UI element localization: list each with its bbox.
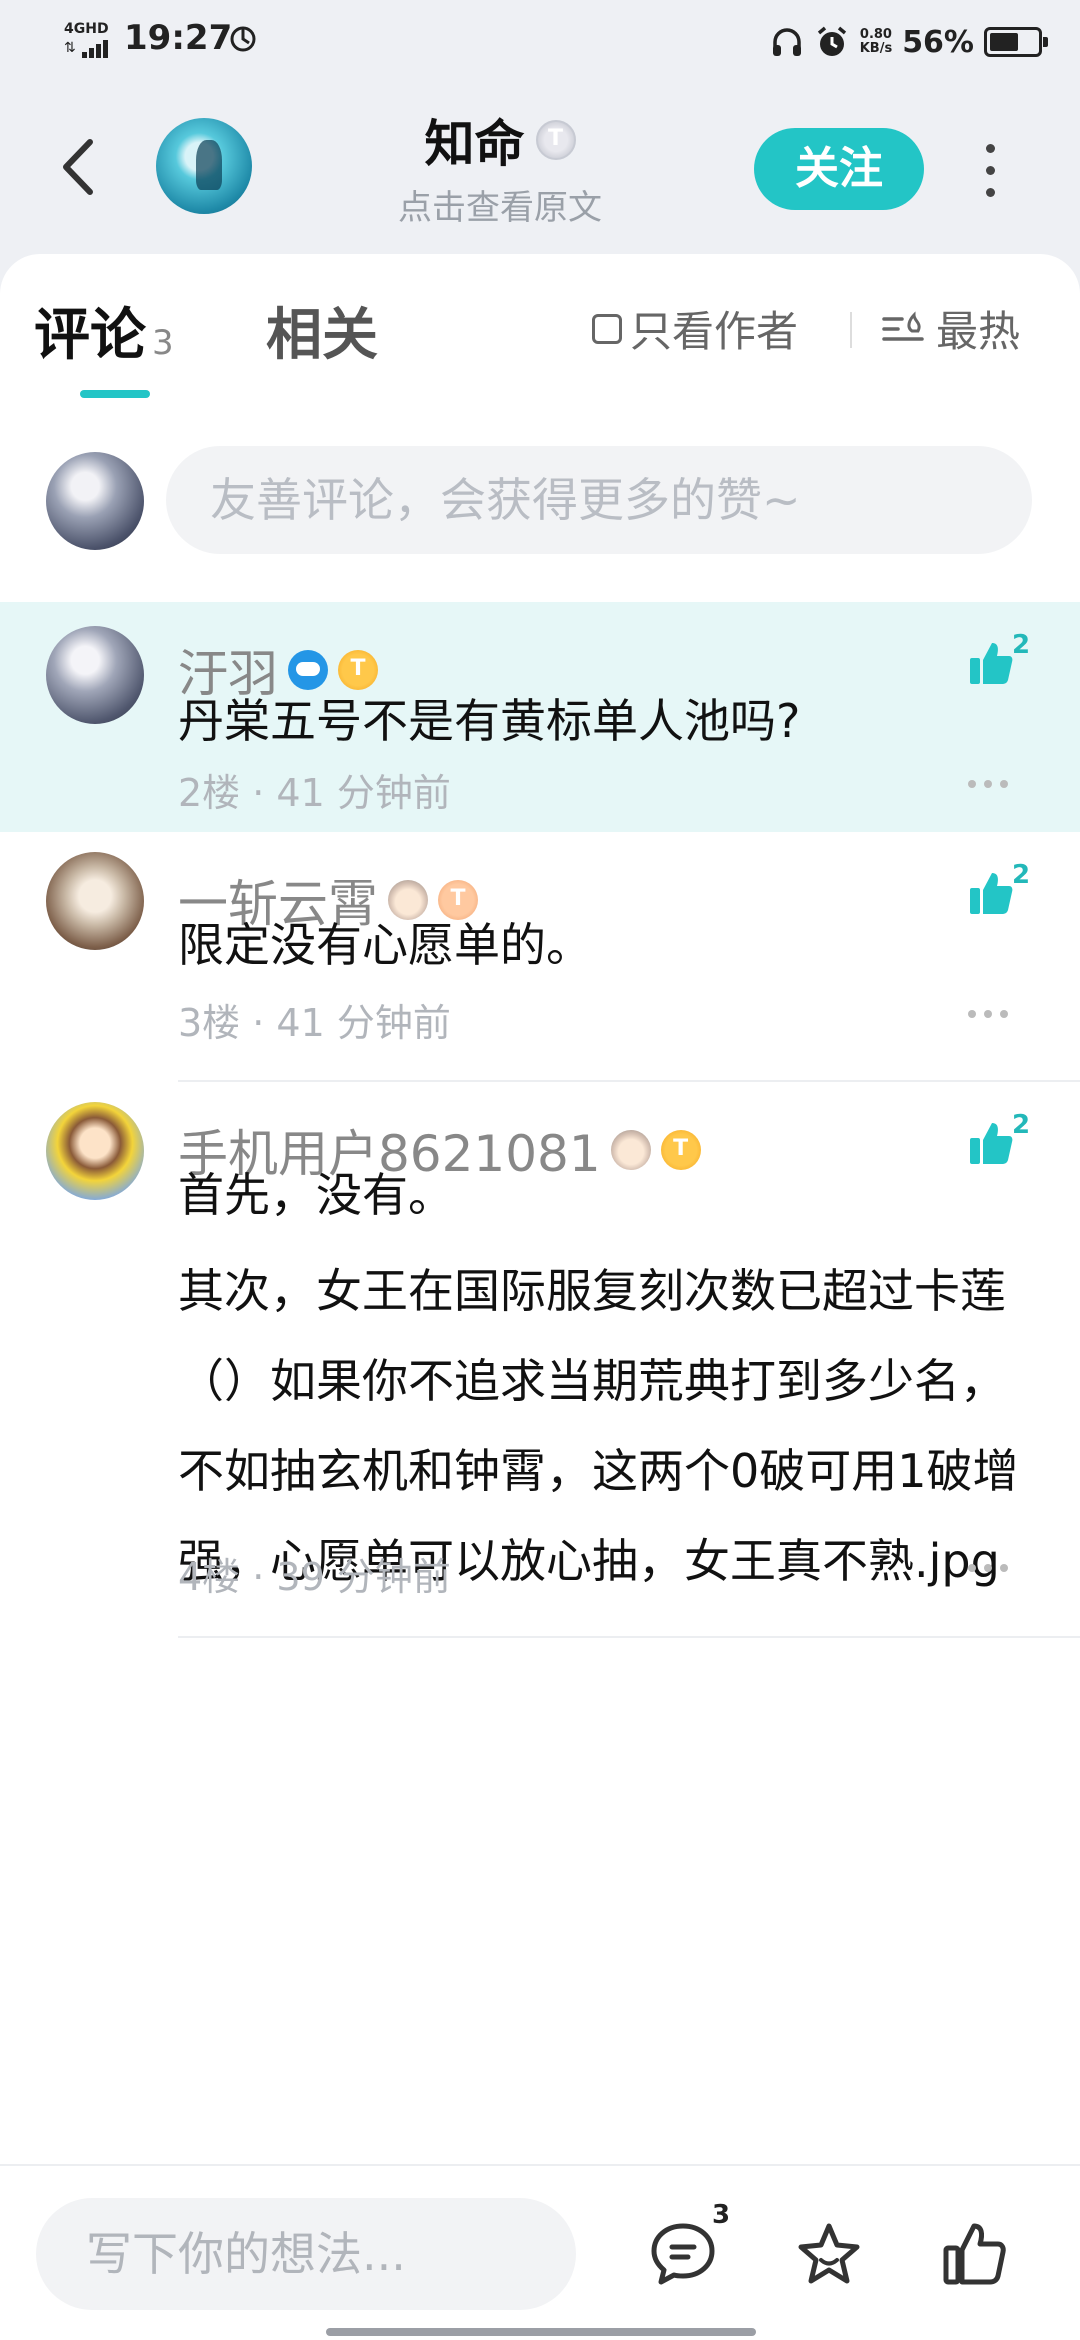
comment-meta: 4楼 · 39 分钟前 — [178, 1555, 451, 1599]
header: 知命 T 点击查看原文 关注 — [0, 84, 1080, 254]
like-count: 2 — [1012, 860, 1031, 890]
commenter-avatar[interactable] — [46, 1102, 144, 1200]
comment-text: 丹棠五号不是有黄标单人池吗? — [178, 694, 801, 748]
comment-text: 首先，没有。 — [178, 1168, 454, 1222]
filter-divider — [850, 312, 852, 348]
battery-icon — [984, 27, 1048, 57]
network-speed: 0.80 KB/s — [859, 27, 893, 56]
comment-item[interactable]: 手机用户8621081 T 2 首先，没有。 其次，女王在国际服复刻次数已超过卡… — [0, 1082, 1080, 1642]
view-original-link[interactable]: 点击查看原文 — [380, 180, 620, 229]
sync-icon — [230, 26, 256, 52]
comment-text: 限定没有心愿单的。 — [178, 918, 592, 972]
comment-sheet: 评论 3 相关 只看作者 最热 友善评论，会获得更多的赞~ 汙羽 T 2 丹棠五… — [0, 254, 1080, 2164]
sort-label: 最热 — [936, 307, 1021, 356]
headphones-icon — [772, 28, 801, 56]
comment-item[interactable]: 汙羽 T 2 丹棠五号不是有黄标单人池吗? 2楼 · 41 分钟前 — [0, 602, 1080, 832]
comment-bubble-icon[interactable] — [648, 2220, 718, 2290]
comment-item[interactable]: 一斩云霄 T 2 限定没有心愿单的。 3楼 · 41 分钟前 — [0, 832, 1080, 1082]
more-horizontal-icon[interactable] — [968, 1010, 1012, 1020]
author-avatar[interactable] — [156, 118, 252, 214]
follow-button[interactable]: 关注 — [754, 128, 924, 210]
thumbs-up-icon[interactable] — [940, 2220, 1010, 2290]
sort-button[interactable]: 最热 — [880, 298, 1020, 359]
signal-icon: 4GHD ⇅ — [64, 21, 109, 58]
tab-comments-label: 评论 — [34, 303, 146, 368]
author-name: 知命 — [424, 115, 525, 173]
clock: 19:27 — [124, 18, 233, 58]
star-icon[interactable] — [794, 2220, 864, 2290]
tab-comments[interactable]: 评论 3 — [34, 290, 174, 371]
author-only-filter[interactable]: 只看作者 — [592, 298, 798, 359]
battery-percent: 56% — [902, 24, 974, 60]
sort-hot-icon — [882, 310, 924, 341]
my-avatar — [46, 452, 144, 550]
comment-divider — [178, 1636, 1080, 1638]
more-vertical-icon[interactable] — [970, 142, 1010, 202]
write-comment-input[interactable]: 写下你的想法... — [36, 2198, 576, 2310]
tab-bar: 评论 3 相关 只看作者 最热 — [0, 254, 1080, 404]
checkbox-icon[interactable] — [592, 313, 622, 344]
status-bar: 4GHD ⇅ 19:27 0.80 KB/s 56% — [0, 0, 1080, 84]
alarm-icon — [817, 26, 846, 56]
tab-related[interactable]: 相关 — [266, 290, 378, 371]
tab-comments-count: 3 — [152, 323, 174, 363]
home-indicator[interactable] — [326, 2328, 756, 2336]
comment-meta: 2楼 · 41 分钟前 — [178, 771, 451, 815]
level-badge-icon: T — [535, 120, 576, 160]
more-horizontal-icon[interactable] — [968, 780, 1012, 790]
commenter-avatar[interactable] — [46, 626, 144, 724]
active-tab-indicator — [80, 390, 150, 398]
comment-count-badge: 3 — [712, 2200, 731, 2230]
commenter-avatar[interactable] — [46, 852, 144, 950]
comment-meta: 3楼 · 41 分钟前 — [178, 1001, 451, 1045]
back-arrow-icon[interactable] — [50, 132, 110, 202]
network-type: 4GHD — [64, 21, 109, 37]
status-right: 0.80 KB/s 56% — [770, 18, 1048, 66]
like-count: 2 — [1012, 630, 1031, 660]
author-only-label: 只看作者 — [630, 307, 799, 356]
more-horizontal-icon[interactable] — [968, 1564, 1012, 1574]
bottom-bar: 写下你的想法... 3 — [0, 2164, 1080, 2340]
comment-composer: 友善评论，会获得更多的赞~ — [0, 444, 1080, 564]
like-count: 2 — [1012, 1110, 1031, 1140]
header-title-block[interactable]: 知命 T — [380, 104, 620, 176]
comment-input[interactable]: 友善评论，会获得更多的赞~ — [166, 446, 1032, 554]
